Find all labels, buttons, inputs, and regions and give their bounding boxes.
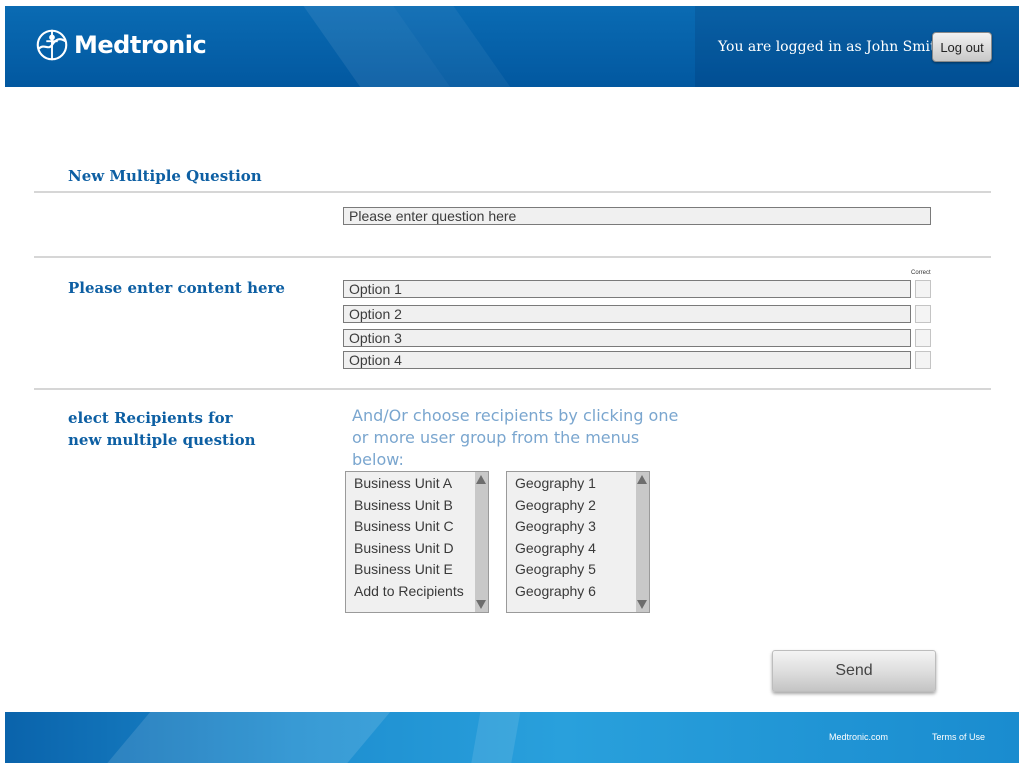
geography-listbox[interactable]: Geography 1 Geography 2 Geography 3 Geog… (506, 471, 650, 613)
scroll-down-arrow-icon[interactable] (476, 600, 486, 609)
logout-button[interactable]: Log out (932, 32, 992, 62)
business-unit-item[interactable]: Business Unit D (354, 538, 464, 560)
medtronic-logo[interactable]: Medtronic (33, 26, 207, 64)
geography-list: Geography 1 Geography 2 Geography 3 Geog… (515, 473, 596, 602)
business-unit-list: Business Unit A Business Unit B Business… (354, 473, 464, 602)
scroll-down-arrow-icon[interactable] (637, 600, 647, 609)
option-4-correct-checkbox[interactable] (915, 351, 931, 369)
recipients-title-line-1: elect Recipients for (68, 409, 233, 427)
correct-column-label: Correct (911, 270, 931, 276)
option-1-input[interactable]: Option 1 (343, 280, 911, 298)
geography-item[interactable]: Geography 3 (515, 516, 596, 538)
brand-name: Medtronic (74, 31, 207, 59)
footer-decor-stripe (91, 712, 399, 763)
business-unit-item[interactable]: Business Unit A (354, 473, 464, 495)
business-unit-item[interactable]: Business Unit C (354, 516, 464, 538)
footer-decor-stripe (467, 712, 523, 763)
scrollbar[interactable] (475, 472, 488, 612)
divider (34, 191, 991, 193)
geography-item[interactable]: Geography 2 (515, 495, 596, 517)
business-unit-item[interactable]: Business Unit E (354, 559, 464, 581)
medtronic-site-link[interactable]: Medtronic.com (829, 732, 888, 742)
option-3-input[interactable]: Option 3 (343, 329, 911, 347)
business-unit-item[interactable]: Business Unit B (354, 495, 464, 517)
add-to-recipients-item[interactable]: Add to Recipients (354, 581, 464, 603)
scroll-up-arrow-icon[interactable] (637, 475, 647, 484)
divider (34, 388, 991, 390)
recipients-hint: And/Or choose recipients by clicking one… (352, 406, 679, 469)
recipients-title-line-2: new multiple question (68, 431, 256, 449)
option-2-correct-checkbox[interactable] (915, 305, 931, 323)
scrollbar[interactable] (636, 472, 649, 612)
page-title: New Multiple Question (68, 167, 262, 185)
geography-item[interactable]: Geography 1 (515, 473, 596, 495)
content-section-title: Please enter content here (68, 279, 285, 297)
divider (34, 256, 991, 258)
header-bar: Medtronic You are logged in as John Smit… (5, 6, 1019, 87)
send-button[interactable]: Send (772, 650, 936, 692)
footer-bar: Medtronic.com Terms of Use (5, 712, 1019, 763)
terms-of-use-link[interactable]: Terms of Use (932, 732, 985, 742)
geography-item[interactable]: Geography 4 (515, 538, 596, 560)
option-3-correct-checkbox[interactable] (915, 329, 931, 347)
geography-item[interactable]: Geography 6 (515, 581, 596, 603)
option-2-input[interactable]: Option 2 (343, 305, 911, 323)
recipients-section-title: elect Recipients for new multiple questi… (68, 407, 256, 451)
option-4-input[interactable]: Option 4 (343, 351, 911, 369)
geography-item[interactable]: Geography 5 (515, 559, 596, 581)
question-input[interactable]: Please enter question here (343, 207, 931, 225)
scroll-up-arrow-icon[interactable] (476, 475, 486, 484)
medtronic-logo-icon (36, 29, 68, 61)
option-1-correct-checkbox[interactable] (915, 280, 931, 298)
logged-in-status: You are logged in as John Smith (718, 39, 945, 55)
business-unit-listbox[interactable]: Business Unit A Business Unit B Business… (345, 471, 489, 613)
